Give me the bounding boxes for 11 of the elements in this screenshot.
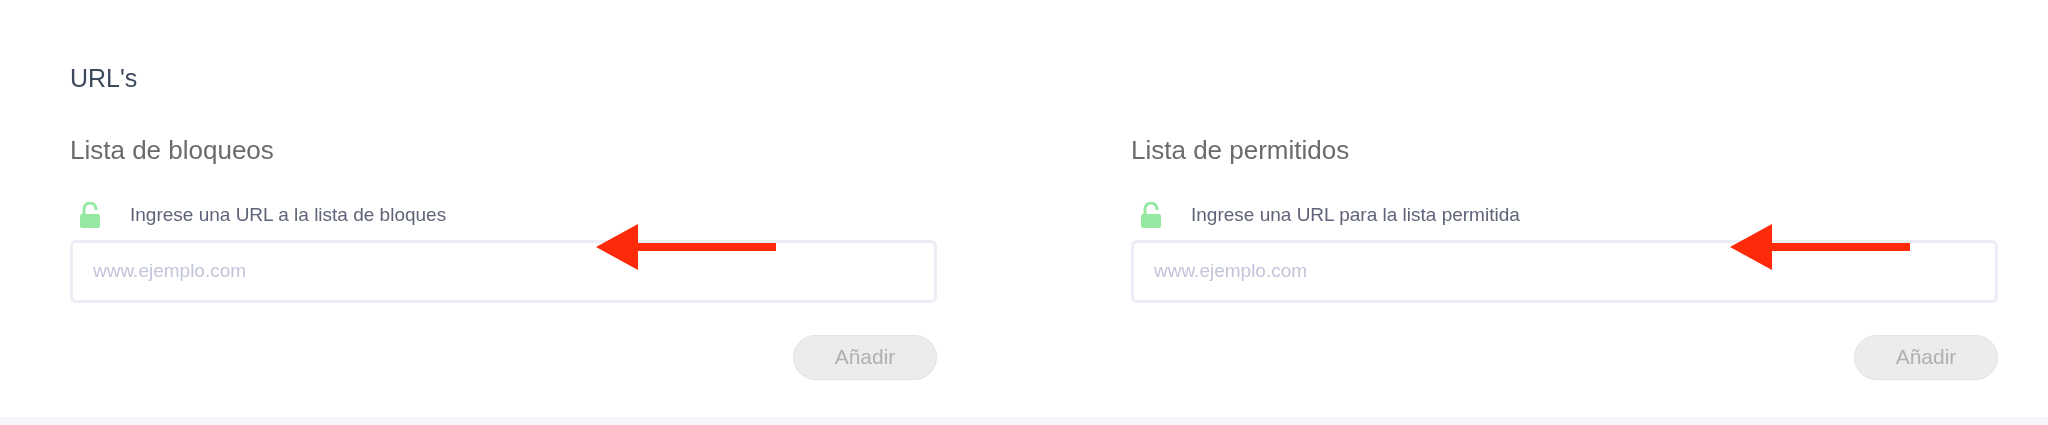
field-label: Ingrese una URL a la lista de bloques <box>130 203 447 227</box>
unlocked-padlock-icon <box>80 202 100 229</box>
field-label: Ingrese una URL para la lista permitida <box>1191 203 1520 227</box>
url-input-field[interactable]: www.ejemplo.com <box>70 239 937 303</box>
section-heading: Lista de permitidos <box>1131 137 1350 163</box>
url-input-field[interactable]: www.ejemplo.com <box>1131 239 1998 303</box>
page-title: URL's <box>70 66 138 91</box>
arrow-icon <box>1730 223 1910 270</box>
section-heading: Lista de bloqueos <box>70 137 274 163</box>
unlocked-padlock-icon <box>1141 202 1161 229</box>
arrow-icon <box>596 223 776 270</box>
